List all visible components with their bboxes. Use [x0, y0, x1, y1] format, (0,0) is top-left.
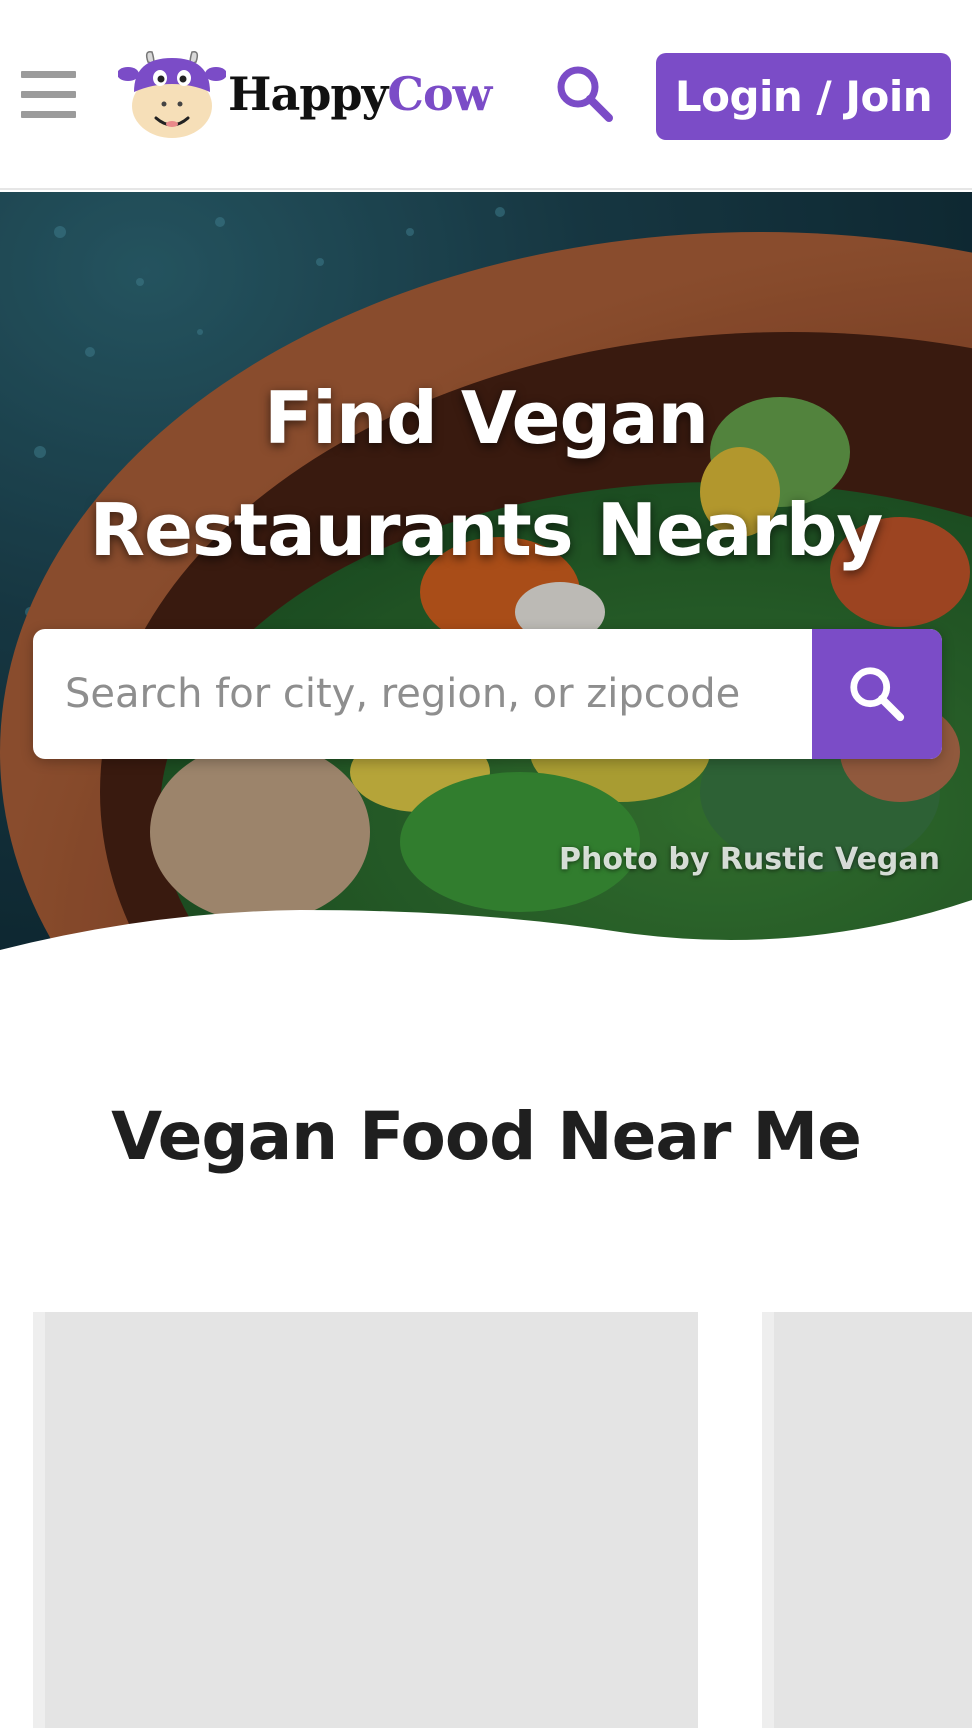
hamburger-menu-icon[interactable]: [21, 71, 76, 121]
logo-cow-text: Cow: [387, 67, 492, 121]
login-join-button[interactable]: Login / Join: [656, 53, 951, 140]
menu-bar: [21, 91, 76, 98]
cow-mascot-icon: [118, 50, 226, 138]
logo-happy-text: Happy: [228, 67, 388, 121]
hero-heading: Find Vegan Restaurants Nearby: [0, 362, 972, 586]
happycow-logo[interactable]: HappyCow: [118, 48, 528, 140]
logo-wordmark: HappyCow: [228, 67, 492, 121]
section-title: Vegan Food Near Me: [111, 1098, 862, 1175]
restaurant-card-placeholder[interactable]: [33, 1312, 698, 1728]
hero-heading-line2: Restaurants Nearby: [89, 488, 884, 572]
hero-heading-line1: Find Vegan: [264, 376, 709, 460]
location-search-bar: [33, 629, 942, 759]
menu-bar: [21, 111, 76, 118]
location-search-input[interactable]: [33, 629, 813, 759]
menu-bar: [21, 71, 76, 78]
hero-wave-divider: [0, 900, 972, 982]
search-icon[interactable]: [553, 62, 617, 126]
search-icon: [850, 667, 905, 722]
site-header: HappyCow Login / Join: [0, 0, 972, 190]
hero-banner: Find Vegan Restaurants Nearby Photo by R…: [0, 192, 972, 982]
restaurant-card-placeholder[interactable]: [762, 1312, 972, 1728]
search-submit-button[interactable]: [812, 629, 942, 759]
